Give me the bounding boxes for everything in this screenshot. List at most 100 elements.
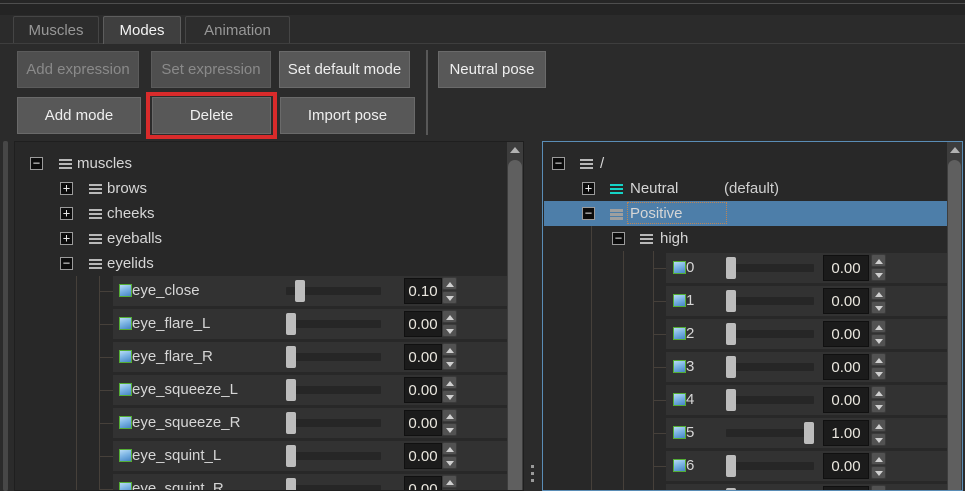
value-field[interactable] [823, 486, 869, 491]
slider-track[interactable] [726, 396, 814, 404]
scrollbar-thumb[interactable] [948, 160, 961, 491]
tree-node-row[interactable]: +cheeks [16, 201, 505, 226]
slider-track[interactable] [286, 452, 381, 460]
spin-up-button[interactable] [871, 320, 886, 333]
spin-down-button[interactable] [871, 334, 886, 347]
spin-up-button[interactable] [871, 452, 886, 465]
left-panel-scrollbar[interactable] [507, 142, 523, 490]
spin-up-button[interactable] [442, 475, 457, 488]
tab-modes[interactable]: Modes [103, 16, 181, 44]
spin-up-button[interactable] [442, 343, 457, 356]
spin-down-button[interactable] [871, 367, 886, 380]
slider-handle[interactable] [726, 257, 736, 279]
channel-checkbox-icon[interactable] [673, 327, 686, 340]
spin-up-button[interactable] [871, 485, 886, 491]
slider-track[interactable] [286, 320, 381, 328]
slider-handle[interactable] [726, 356, 736, 378]
tree-node-row[interactable]: −muscles [16, 151, 505, 176]
spin-up-button[interactable] [871, 386, 886, 399]
value-field[interactable]: 1.00 [823, 420, 869, 446]
spin-down-button[interactable] [871, 301, 886, 314]
spin-down-button[interactable] [871, 268, 886, 281]
expand-icon[interactable]: + [60, 232, 73, 245]
spin-down-button[interactable] [442, 324, 457, 337]
channel-checkbox-icon[interactable] [673, 393, 686, 406]
spin-down-button[interactable] [871, 466, 886, 479]
spin-up-button[interactable] [871, 287, 886, 300]
expand-icon[interactable]: + [582, 182, 595, 195]
spin-down-button[interactable] [442, 291, 457, 304]
panel-splitter-grip[interactable] [529, 465, 537, 489]
slider-track[interactable] [726, 363, 814, 371]
value-field[interactable]: 0.00 [404, 410, 442, 436]
set-default-mode-button[interactable]: Set default mode [279, 51, 410, 88]
tab-animation[interactable]: Animation [185, 16, 290, 43]
collapse-icon[interactable]: − [552, 157, 565, 170]
add-mode-button[interactable]: Add mode [17, 97, 141, 134]
value-field[interactable]: 0.00 [823, 453, 869, 479]
scroll-up-icon[interactable] [947, 142, 962, 158]
slider-handle[interactable] [726, 389, 736, 411]
value-field[interactable]: 0.00 [404, 377, 442, 403]
slider-track[interactable] [726, 264, 814, 272]
slider-track[interactable] [726, 429, 814, 437]
tree-node-row[interactable]: +brows [16, 176, 505, 201]
collapse-icon[interactable]: − [582, 207, 595, 220]
tree-node-row[interactable]: −Positive [544, 201, 947, 226]
slider-track[interactable] [726, 330, 814, 338]
spin-up-button[interactable] [442, 277, 457, 290]
slider-handle[interactable] [726, 290, 736, 312]
slider-track[interactable] [286, 353, 381, 361]
spin-up-button[interactable] [442, 310, 457, 323]
channel-checkbox-icon[interactable] [673, 360, 686, 373]
channel-checkbox-icon[interactable] [119, 416, 132, 429]
value-field[interactable]: 0.00 [404, 344, 442, 370]
spin-down-button[interactable] [442, 423, 457, 436]
channel-checkbox-icon[interactable] [119, 317, 132, 330]
slider-handle[interactable] [726, 323, 736, 345]
value-field[interactable]: 0.00 [823, 255, 869, 281]
tree-node-row[interactable]: +eyeballs [16, 226, 505, 251]
slider-handle[interactable] [726, 455, 736, 477]
value-field[interactable]: 0.10 [404, 278, 442, 304]
channel-checkbox-icon[interactable] [673, 426, 686, 439]
slider-track[interactable] [286, 485, 381, 491]
slider-handle[interactable] [295, 280, 305, 302]
slider-handle[interactable] [286, 412, 296, 434]
value-field[interactable]: 0.00 [823, 321, 869, 347]
collapse-icon[interactable]: − [30, 157, 43, 170]
value-field[interactable]: 0.00 [823, 387, 869, 413]
channel-checkbox-icon[interactable] [673, 459, 686, 472]
slider-handle[interactable] [286, 346, 296, 368]
spin-up-button[interactable] [871, 419, 886, 432]
slider-track[interactable] [286, 419, 381, 427]
tree-node-row[interactable]: −eyelids [16, 251, 505, 276]
slider-handle[interactable] [286, 445, 296, 467]
channel-checkbox-icon[interactable] [673, 294, 686, 307]
collapse-icon[interactable]: − [60, 257, 73, 270]
collapse-icon[interactable]: − [612, 232, 625, 245]
expand-icon[interactable]: + [60, 182, 73, 195]
right-panel-scrollbar[interactable] [947, 142, 962, 490]
tab-muscles[interactable]: Muscles [13, 16, 99, 43]
slider-handle[interactable] [286, 379, 296, 401]
slider-handle[interactable] [286, 478, 296, 491]
tree-node-row[interactable]: +Neutral(default) [544, 176, 947, 201]
spin-up-button[interactable] [871, 254, 886, 267]
import-pose-button[interactable]: Import pose [280, 97, 415, 134]
spin-up-button[interactable] [442, 376, 457, 389]
channel-checkbox-icon[interactable] [119, 350, 132, 363]
value-field[interactable]: 0.00 [404, 311, 442, 337]
expand-icon[interactable]: + [60, 207, 73, 220]
scroll-up-icon[interactable] [507, 142, 523, 158]
channel-checkbox-icon[interactable] [119, 383, 132, 396]
spin-down-button[interactable] [442, 390, 457, 403]
channel-checkbox-icon[interactable] [119, 449, 132, 462]
neutral-pose-button[interactable]: Neutral pose [438, 51, 546, 88]
spin-down-button[interactable] [871, 400, 886, 413]
spin-up-button[interactable] [871, 353, 886, 366]
slider-track[interactable] [726, 297, 814, 305]
spin-up-button[interactable] [442, 409, 457, 422]
value-field[interactable]: 0.00 [823, 354, 869, 380]
channel-checkbox-icon[interactable] [673, 261, 686, 274]
